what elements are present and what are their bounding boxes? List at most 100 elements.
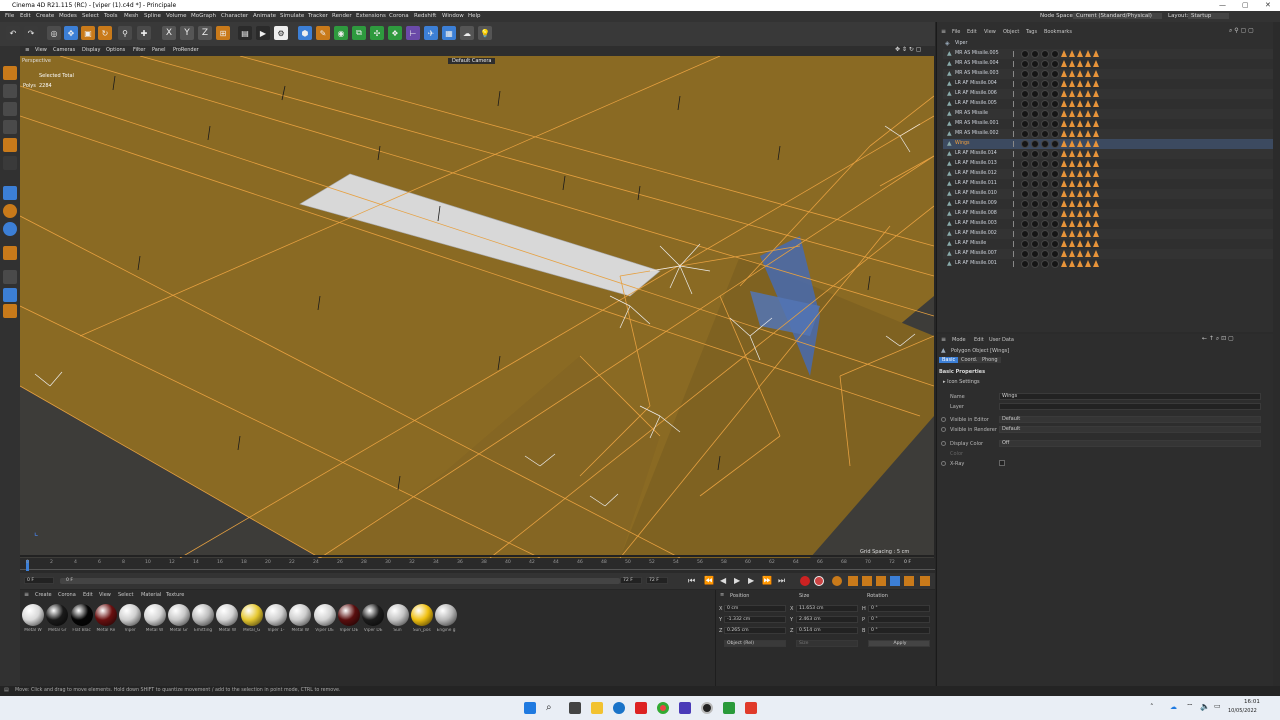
object-row[interactable]: ▲ LR AF Missile.011 (943, 179, 1273, 189)
selection-tag-icon[interactable] (1093, 100, 1099, 107)
object-row[interactable]: ▲ LR AF Missile.001 (943, 259, 1273, 269)
selection-tag-icon[interactable] (1061, 110, 1067, 117)
solo-mode-icon[interactable] (3, 270, 17, 284)
object-row[interactable]: ▲ LR AF Missile.006 (943, 89, 1273, 99)
pos-x-field[interactable]: 0 cm (724, 605, 786, 612)
rot-b-field[interactable]: 0 ° (868, 627, 930, 634)
workplane-icon[interactable] (3, 120, 17, 134)
material-swatch[interactable] (435, 604, 458, 626)
object-row[interactable]: ▲ MR AS Missile.003 (943, 69, 1273, 79)
menu-corona[interactable]: Corona (389, 13, 409, 19)
attr-menu-mode[interactable]: Mode (952, 337, 966, 343)
material-tag-icon[interactable] (1021, 120, 1029, 128)
selection-tag-icon[interactable] (1061, 140, 1067, 147)
object-row[interactable]: ▲ LR AF Missile.003 (943, 219, 1273, 229)
selection-tag-icon[interactable] (1061, 170, 1067, 177)
menu-window[interactable]: Window (442, 13, 464, 19)
material-tag-icon[interactable] (1051, 120, 1059, 128)
menu-file[interactable]: File (5, 13, 14, 19)
material-menu-view[interactable]: View (99, 592, 111, 598)
selection-tag-icon[interactable] (1069, 110, 1075, 117)
material-tag-icon[interactable] (1051, 50, 1059, 58)
render-view-icon[interactable]: ▤ (238, 26, 252, 40)
material-tag-icon[interactable] (1031, 140, 1039, 148)
material-swatch[interactable] (240, 604, 263, 626)
material-tag-icon[interactable] (1041, 170, 1049, 178)
attr-visible-renderer-dropdown[interactable]: Default (999, 426, 1261, 433)
range-slider[interactable]: 0 F (60, 578, 620, 584)
visibility-toggle[interactable] (1013, 261, 1017, 267)
polygon-mode-icon[interactable] (3, 138, 17, 152)
material-tag-icon[interactable] (1051, 130, 1059, 138)
selection-tag-icon[interactable] (1061, 260, 1067, 267)
visibility-toggle[interactable] (1013, 161, 1017, 167)
material-menu-corona[interactable]: Corona (58, 592, 76, 598)
selection-tag-icon[interactable] (1093, 160, 1099, 167)
material-tag-icon[interactable] (1031, 70, 1039, 78)
battery-icon[interactable]: ▭ (1214, 702, 1221, 710)
viewport-menu-cameras[interactable]: Cameras (53, 47, 75, 53)
param-key-icon[interactable] (890, 576, 900, 586)
selection-tag-icon[interactable] (1093, 230, 1099, 237)
object-row[interactable]: ▲ LR AF Missile.012 (943, 169, 1273, 179)
tab-basic[interactable]: Basic (939, 357, 959, 363)
material-tag-icon[interactable] (1031, 170, 1039, 178)
apply-button[interactable]: Apply (868, 640, 930, 647)
visibility-toggle[interactable] (1013, 231, 1017, 237)
material-tag-icon[interactable] (1041, 260, 1049, 268)
attr-display-color-dropdown[interactable]: Off (999, 440, 1261, 447)
visibility-toggle[interactable] (1013, 241, 1017, 247)
move-icon[interactable]: ✥ (64, 26, 78, 40)
material-tag-icon[interactable] (1051, 70, 1059, 78)
end-frame-field-2[interactable]: 72 F (646, 577, 668, 584)
selection-tag-icon[interactable] (1077, 190, 1083, 197)
selection-tag-icon[interactable] (1085, 100, 1091, 107)
tray-chevron-icon[interactable]: ˄ (1150, 703, 1154, 711)
object-row[interactable]: ▲ MR AS Missile.001 (943, 119, 1273, 129)
selection-tag-icon[interactable] (1069, 140, 1075, 147)
object-root-row[interactable]: ◈ Viper (943, 39, 1273, 49)
coords-hamburger-icon[interactable]: ≡ (720, 592, 724, 598)
selection-tag-icon[interactable] (1061, 220, 1067, 227)
material-menu-select[interactable]: Select (118, 592, 133, 598)
menu-help[interactable]: Help (468, 13, 481, 19)
material-tag-icon[interactable] (1041, 200, 1049, 208)
rotation-key-icon[interactable] (876, 576, 886, 586)
selection-tag-icon[interactable] (1085, 220, 1091, 227)
transform-icon[interactable]: ✚ (137, 26, 151, 40)
visibility-toggle[interactable] (1013, 91, 1017, 97)
selection-tag-icon[interactable] (1077, 140, 1083, 147)
selection-tag-icon[interactable] (1093, 240, 1099, 247)
selection-tag-icon[interactable] (1061, 240, 1067, 247)
selection-tag-icon[interactable] (1061, 120, 1067, 127)
pen-icon[interactable]: ✎ (316, 26, 330, 40)
visibility-toggle[interactable] (1013, 151, 1017, 157)
object-row[interactable]: ▲ Wings (943, 139, 1273, 149)
material-tag-icon[interactable] (1041, 80, 1049, 88)
menu-mograph[interactable]: MoGraph (191, 13, 216, 19)
scale-key-icon[interactable] (862, 576, 872, 586)
material-hamburger-icon[interactable]: ≡ (24, 591, 29, 598)
material-swatch[interactable] (362, 604, 385, 626)
object-row[interactable]: ▲ LR AF Missile.014 (943, 149, 1273, 159)
redo-icon[interactable]: ↷ (24, 26, 38, 40)
object-row[interactable]: ▲ MR AS Missile.005 (943, 49, 1273, 59)
timeline-menu-icon[interactable] (920, 576, 930, 586)
icon-settings-toggle[interactable]: ▸ Icon Settings (943, 379, 980, 385)
material-tag-icon[interactable] (1031, 220, 1039, 228)
material-tag-icon[interactable] (1041, 250, 1049, 258)
material-tag-icon[interactable] (1041, 150, 1049, 158)
selection-tag-icon[interactable] (1085, 190, 1091, 197)
volume-icon[interactable]: 🔈 (1200, 702, 1210, 711)
minimize-button[interactable]: — (1219, 1, 1226, 9)
selection-tag-icon[interactable] (1077, 130, 1083, 137)
material-tag-icon[interactable] (1031, 210, 1039, 218)
visibility-toggle[interactable] (1013, 251, 1017, 257)
selection-tag-icon[interactable] (1069, 50, 1075, 57)
material-tag-icon[interactable] (1021, 180, 1029, 188)
selection-tag-icon[interactable] (1085, 70, 1091, 77)
material-tag-icon[interactable] (1021, 210, 1029, 218)
selection-tag-icon[interactable] (1085, 90, 1091, 97)
material-tag-icon[interactable] (1051, 90, 1059, 98)
object-row[interactable]: ▲ MR AS Missile.002 (943, 129, 1273, 139)
